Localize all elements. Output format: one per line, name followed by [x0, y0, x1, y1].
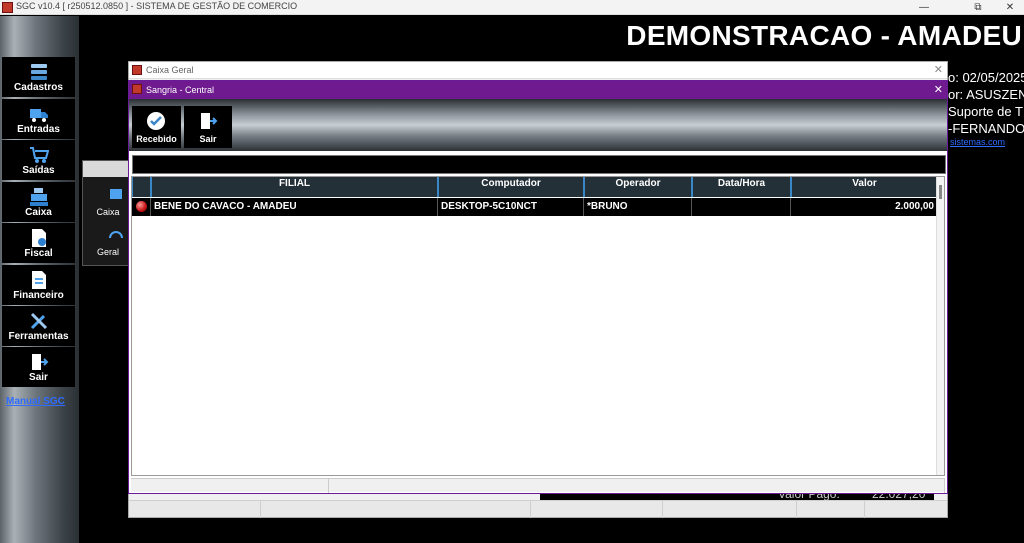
menu-ferramentas-button[interactable]: Ferramentas: [2, 306, 75, 346]
column-header-operador[interactable]: Operador: [584, 177, 692, 197]
website-link[interactable]: sistemas.com: [950, 137, 1005, 147]
status-dot-icon: [136, 201, 147, 212]
manual-link[interactable]: Manual SGC: [6, 396, 65, 407]
sangria-titlebar: Sangria - Central ✕: [129, 81, 947, 99]
cell-data-hora: [692, 198, 791, 216]
cell-filial: BENE DO CAVACO - AMADEU: [151, 198, 438, 216]
truck-icon: [30, 109, 48, 122]
status-segment: [531, 501, 663, 518]
sair-label: Sair: [199, 134, 217, 144]
submenu-caixa-button[interactable]: Caixa: [86, 183, 130, 221]
checkmark-circle-icon: [147, 112, 165, 130]
sangria-close-button[interactable]: ✕: [934, 83, 943, 96]
caixa-geral-title: Caixa Geral: [146, 65, 194, 75]
caixa-submenu: Caixa Geral: [82, 160, 132, 266]
menu-caixa-button[interactable]: Caixa: [2, 182, 75, 222]
maximize-button[interactable]: ⧉: [964, 0, 992, 15]
os-titlebar: SGC v10.4 [ r250512.0850 ] - SISTEMA DE …: [0, 0, 1024, 15]
submenu-label: Geral: [96, 247, 119, 257]
menu-label: Saídas: [22, 165, 55, 176]
column-header-computador[interactable]: Computador: [438, 177, 584, 197]
submenu-label: Caixa: [96, 207, 120, 217]
table-row[interactable]: BENE DO CAVACO - AMADEU DESKTOP-5C10NCT …: [132, 198, 938, 216]
app-icon: [132, 65, 142, 75]
menu-label: Ferramentas: [8, 331, 69, 342]
recebido-button[interactable]: Recebido: [132, 106, 181, 148]
vertical-scrollbar[interactable]: [936, 177, 944, 475]
sair-button[interactable]: Sair: [184, 106, 232, 148]
app-icon: [2, 2, 13, 13]
recebido-label: Recebido: [136, 134, 177, 144]
sangria-status-bar: [131, 478, 945, 493]
financial-document-icon: [32, 271, 46, 289]
sangria-grid: FILIAL Computador Operador Data/Hora Val…: [131, 176, 945, 476]
sangria-dialog: Sangria - Central ✕ Recebido Sair FILIAL…: [128, 80, 948, 494]
gauge-icon: [109, 231, 123, 239]
cell-computador: DESKTOP-5C10NCT: [438, 198, 584, 216]
status-segment: [329, 479, 945, 493]
window-title: SGC v10.4 [ r250512.0850 ] - SISTEMA DE …: [16, 1, 298, 11]
menu-fiscal-button[interactable]: Fiscal: [2, 223, 75, 263]
company-title: DEMONSTRACAO - AMADEU: [626, 20, 1022, 51]
menu-label: Sair: [29, 372, 48, 383]
exit-door-icon: [32, 354, 49, 370]
column-header-data-hora[interactable]: Data/Hora: [692, 177, 791, 197]
info-date: o: 02/05/2025: [948, 70, 1024, 85]
status-segment: [261, 501, 531, 518]
caixa-geral-titlebar: Caixa Geral ✕: [129, 62, 947, 79]
column-header-filial[interactable]: FILIAL: [151, 177, 438, 197]
grid-header: FILIAL Computador Operador Data/Hora Val…: [132, 177, 938, 197]
cash-icon: [110, 189, 122, 199]
menu-label: Financeiro: [13, 290, 64, 301]
cell-valor: 2.000,00: [791, 198, 938, 216]
menu-label: Entradas: [17, 124, 60, 135]
menu-cadastros-button[interactable]: Cadastros: [2, 57, 75, 97]
minimize-button[interactable]: —: [910, 0, 938, 15]
status-segment: [797, 501, 865, 518]
sangria-title: Sangria - Central: [146, 85, 215, 95]
status-segment: [131, 479, 329, 493]
app-icon: [132, 84, 142, 94]
cart-icon: [30, 147, 49, 163]
submenu-header: [83, 161, 131, 177]
caixa-geral-close-button[interactable]: ✕: [934, 63, 943, 76]
tools-icon: [30, 312, 48, 330]
menu-saidas-button[interactable]: Saídas: [2, 140, 75, 180]
status-segment: [129, 501, 261, 518]
scrollbar-thumb[interactable]: [939, 185, 942, 199]
menu-label: Cadastros: [14, 82, 63, 93]
menu-label: Caixa: [25, 207, 52, 218]
menu-sair-button[interactable]: Sair: [2, 347, 75, 387]
caixa-geral-status-bar: [129, 500, 947, 518]
info-operator: or: ASUSZEN: [948, 87, 1024, 102]
close-button[interactable]: ✕: [996, 0, 1024, 15]
fiscal-document-icon: [32, 229, 46, 247]
exit-door-icon: [201, 113, 218, 129]
column-header-valor[interactable]: Valor: [791, 177, 938, 197]
status-segment: [663, 501, 797, 518]
menu-financeiro-button[interactable]: Financeiro: [2, 265, 75, 305]
menu-entradas-button[interactable]: Entradas: [2, 99, 75, 139]
cash-register-icon: [30, 188, 48, 206]
info-support: Suporte de TI: [948, 104, 1024, 119]
filter-bar[interactable]: [132, 155, 946, 174]
info-name: -FERNANDO: [948, 121, 1024, 136]
main-menu: Cadastros Entradas Saídas Caixa Fiscal F…: [0, 16, 79, 543]
menu-label: Fiscal: [24, 248, 53, 259]
cadastros-icon: [31, 64, 47, 80]
grid-header-indicator: [132, 177, 151, 197]
row-status-cell: [132, 198, 151, 216]
sangria-toolbar: Recebido Sair: [129, 99, 947, 151]
submenu-geral-button[interactable]: Geral: [86, 223, 130, 261]
cell-operador: *BRUNO: [584, 198, 692, 216]
